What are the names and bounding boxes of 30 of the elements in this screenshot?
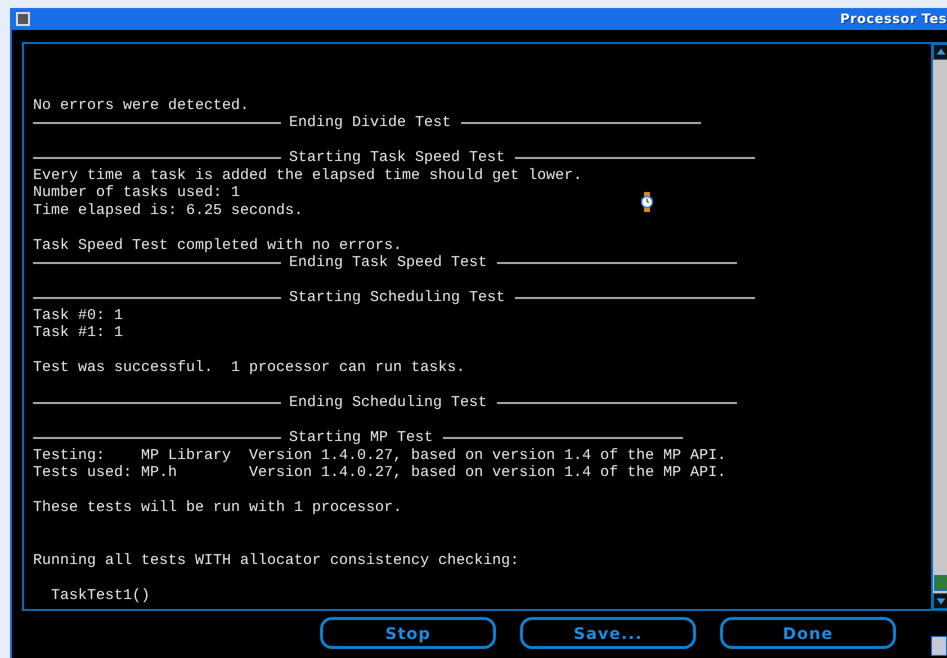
resize-handle-icon[interactable] xyxy=(931,636,947,656)
scroll-up-icon[interactable] xyxy=(933,44,947,60)
scrollbar[interactable] xyxy=(931,44,947,609)
section-heading: Ending Task Speed Test xyxy=(289,254,488,272)
log-line: Testing: MP Library Version 1.4.0.27, based on version 1.4 of the MP API. xyxy=(33,446,726,464)
window-title: Processor Tes xyxy=(840,12,947,26)
log-line: Tests used: MP.h Version 1.4.0.27, based on version 1.4 of the MP API. xyxy=(33,464,726,482)
log-line: Number of tasks used: 1 xyxy=(33,184,240,202)
dialog-button[interactable]: Stop xyxy=(320,617,496,649)
log-line: No errors were detected. xyxy=(33,96,250,114)
scroll-down-icon[interactable] xyxy=(933,593,947,609)
log-line: Every time a task is added the elapsed time should get lower. xyxy=(33,166,582,184)
log-line: Running all tests WITH allocator consistency checking: xyxy=(33,552,520,569)
section-heading: Starting Scheduling Test xyxy=(289,289,506,306)
log-line: Task Speed Test completed with no errors. xyxy=(33,236,402,254)
section-heading: Ending Scheduling Test xyxy=(289,394,488,412)
scroll-thumb[interactable] xyxy=(934,575,947,591)
section-heading: Starting Task Speed Test xyxy=(289,149,506,166)
section-heading: Ending Divide Test xyxy=(289,114,452,132)
watch-cursor-icon xyxy=(641,192,653,212)
log-line: These tests will be run with 1 processor. xyxy=(33,499,402,516)
log-line: Task #1: 1 xyxy=(33,324,124,342)
dialog-button[interactable]: Done xyxy=(720,617,896,649)
dialog-button[interactable]: Save... xyxy=(520,617,696,649)
close-box[interactable] xyxy=(16,12,30,26)
log-line: Task #0: 1 xyxy=(33,306,124,324)
log-line: Time elapsed is: 6.25 seconds. xyxy=(33,202,304,219)
log-line: TaskTest1() xyxy=(50,586,150,604)
section-heading: Starting MP Test xyxy=(289,429,434,446)
log-line: Test was successful. 1 processor can run tasks. xyxy=(33,359,466,376)
